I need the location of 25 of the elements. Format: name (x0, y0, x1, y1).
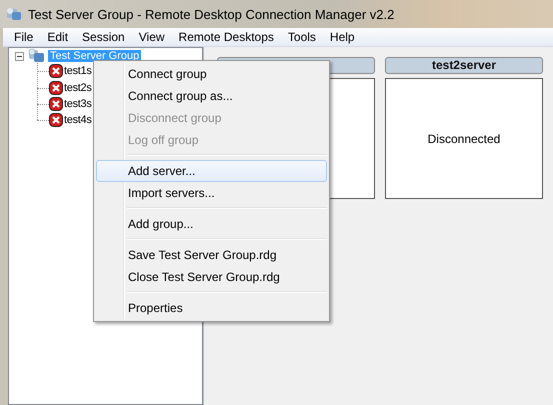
tree-item[interactable]: test4s (64, 114, 92, 126)
menu-item[interactable]: Close Test Server Group.rdg (96, 266, 327, 288)
window-title: Test Server Group - Remote Desktop Connection Manager v2.2 (28, 6, 394, 22)
menu-item[interactable]: Add server... (96, 160, 327, 182)
tile-header: test2server (385, 57, 543, 74)
menu-item[interactable]: Connect group (96, 63, 327, 85)
menu-item[interactable]: Session (75, 28, 132, 46)
menu-item[interactable]: Save Test Server Group.rdg (96, 244, 327, 266)
menu-item[interactable]: Tools (280, 28, 323, 46)
server-tile[interactable]: Disconnected (385, 78, 543, 199)
status-text: Disconnected (428, 132, 500, 146)
menu-item[interactable]: Add group... (96, 213, 327, 235)
menu-item[interactable]: File (7, 28, 40, 46)
tree-item[interactable]: test3s (64, 98, 92, 110)
app-icon (6, 6, 22, 22)
menu-item[interactable]: Help (322, 28, 362, 46)
collapse-toggle[interactable] (15, 52, 24, 60)
tree-item[interactable]: test1s (64, 64, 92, 78)
menu-item[interactable]: Connect group as... (96, 85, 327, 107)
menu-item[interactable]: Remote Desktops (172, 28, 281, 46)
menu-item[interactable]: View (132, 28, 172, 46)
menu-item[interactable]: Import servers... (96, 182, 327, 204)
menu-item[interactable]: Edit (40, 28, 76, 46)
tree-item[interactable]: test2s (64, 82, 92, 94)
menu-item[interactable]: Properties (96, 297, 327, 319)
